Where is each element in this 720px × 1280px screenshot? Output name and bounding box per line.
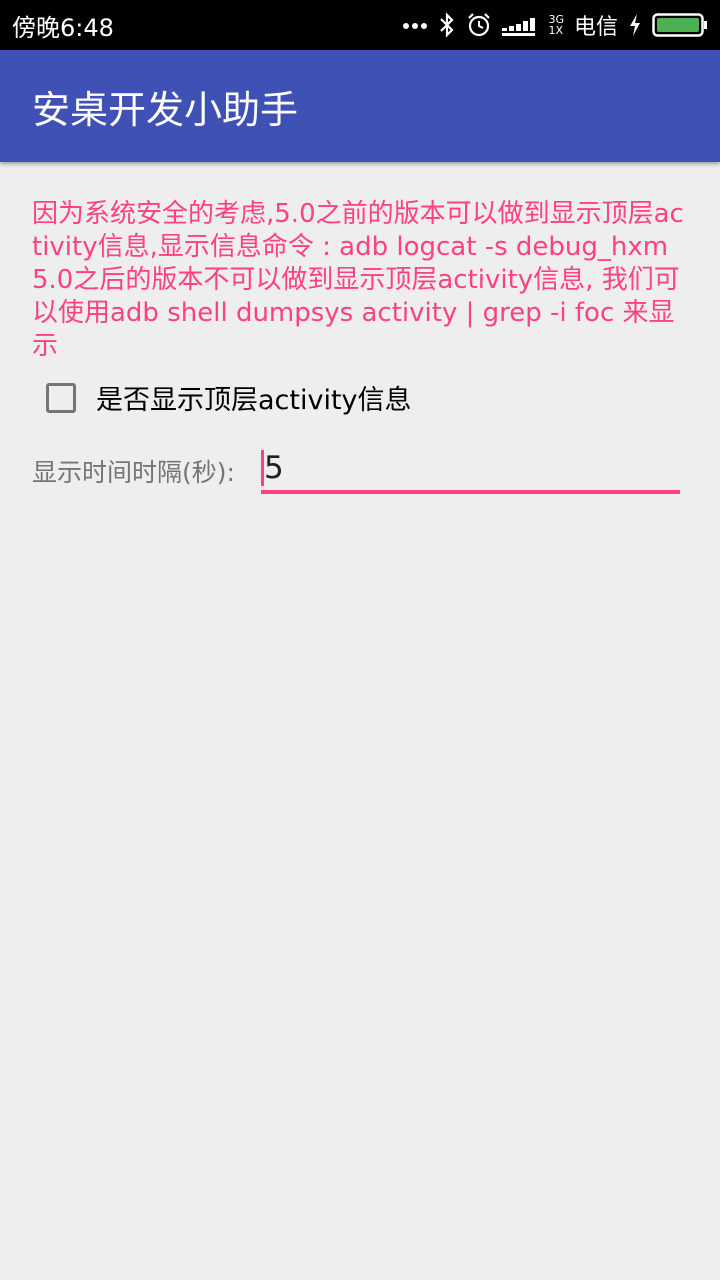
show-top-activity-checkbox-row[interactable]: 是否显示顶层activity信息 bbox=[46, 378, 412, 417]
network-type: 3G 1X bbox=[548, 14, 564, 36]
status-bar: 傍晚6:48 3G 1X 电信 bbox=[0, 0, 720, 50]
signal-icon bbox=[502, 14, 538, 36]
carrier-name: 电信 bbox=[573, 15, 618, 40]
alarm-icon bbox=[466, 12, 492, 38]
interval-value[interactable]: 5 bbox=[264, 450, 284, 486]
interval-label: 显示时间时隔(秒): bbox=[32, 458, 235, 487]
description-text: 因为系统安全的考虑,5.0之前的版本可以做到显示顶层activity信息,显示信… bbox=[32, 199, 684, 361]
show-top-activity-label[interactable]: 是否显示顶层activity信息 bbox=[96, 378, 412, 417]
battery-icon bbox=[652, 12, 708, 38]
interval-input[interactable]: 5 bbox=[261, 446, 680, 494]
network-type-bottom: 1X bbox=[548, 24, 563, 37]
show-top-activity-checkbox[interactable] bbox=[46, 382, 76, 413]
status-icons: 3G 1X 电信 bbox=[402, 9, 708, 41]
app-bar: 安桌开发小助手 bbox=[0, 50, 720, 162]
bluetooth-icon bbox=[438, 12, 456, 38]
app-title: 安桌开发小助手 bbox=[32, 87, 299, 132]
status-time: 傍晚6:48 bbox=[12, 13, 114, 42]
charging-icon bbox=[628, 13, 642, 37]
more-dots-icon bbox=[402, 20, 428, 30]
